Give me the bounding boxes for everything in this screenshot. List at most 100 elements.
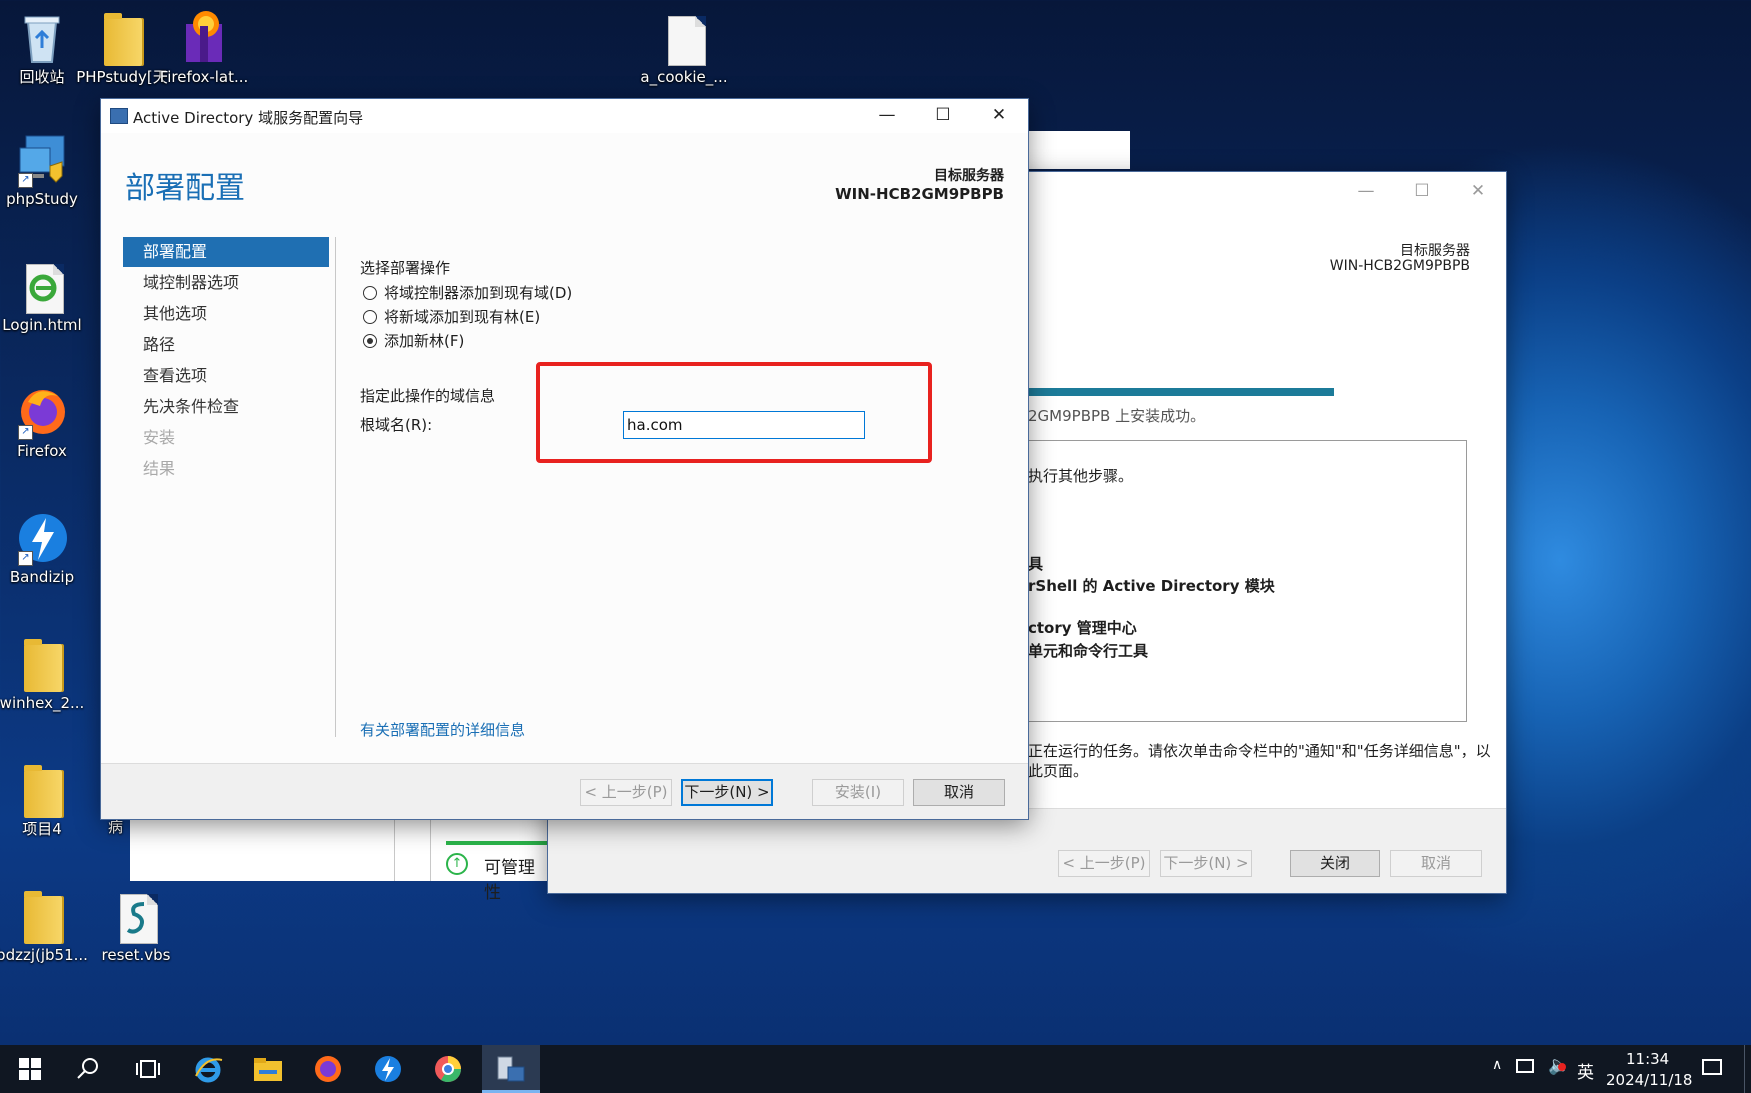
nav-item-dc-options[interactable]: 域控制器选项 — [123, 268, 329, 298]
recycle-bin-icon — [16, 8, 68, 66]
installer-icon — [178, 8, 230, 66]
task-view-icon[interactable] — [122, 1045, 174, 1093]
clock-date[interactable]: 2024/11/18 — [1606, 1071, 1692, 1089]
results-box: 执行其他步骤。 具 rShell 的 Active Directory 模块 c… — [1028, 440, 1467, 722]
radio-button[interactable] — [363, 286, 377, 300]
maximize-icon[interactable]: ☐ — [915, 99, 971, 133]
desktop-icon-label: bdzzj(jb51... — [0, 946, 88, 964]
bandizip-icon[interactable] — [362, 1045, 414, 1093]
desktop-icon-cookie-file[interactable]: a_cookie_... — [638, 8, 730, 87]
desktop-icon-label: Bandizip — [9, 568, 75, 586]
start-icon[interactable] — [4, 1045, 56, 1093]
nav-item-additional-options[interactable]: 其他选项 — [123, 299, 329, 329]
desktop-icon-label: PHPstudy[天 — [76, 68, 168, 86]
ad-ds-configuration-wizard: Active Directory 域服务配置向导 — ☐ ✕ 部署配置 目标服务… — [101, 99, 1028, 819]
ie-icon[interactable] — [182, 1045, 234, 1093]
install-success-text: 2GM9PBPB 上安装成功。 — [1028, 407, 1206, 425]
minimize-icon[interactable]: — — [1338, 175, 1394, 209]
desktop-icon-bdzzj-folder[interactable]: bdzzj(jb51... — [0, 886, 88, 965]
shortcut-arrow-icon: ↗ — [18, 173, 33, 188]
desktop-icon-label: Login.html — [2, 316, 82, 334]
desktop-icon-label: Firefox — [17, 442, 67, 460]
show-desktop-button[interactable] — [1744, 1045, 1751, 1093]
close-button[interactable]: 关闭 — [1290, 850, 1380, 877]
desktop-icon-firefox[interactable]: ↗ Firefox — [0, 382, 88, 461]
desktop-icon-label: winhex_2... — [0, 694, 85, 712]
desktop-icon-firefox-installer[interactable]: Firefox-lat... — [158, 8, 250, 87]
clock-time[interactable]: 11:34 — [1626, 1050, 1669, 1068]
nav-item-paths[interactable]: 路径 — [123, 330, 329, 360]
desktop-icon-phpstudy-folder[interactable]: PHPstudy[天 — [76, 8, 168, 87]
deployment-operation-label: 选择部署操作 — [360, 259, 451, 277]
install-button[interactable]: 安装(I) — [812, 779, 904, 806]
input-language-indicator[interactable]: 英 — [1577, 1058, 1594, 1083]
maximize-icon[interactable]: ☐ — [1394, 175, 1450, 209]
desktop-icon-reset-vbs[interactable]: reset.vbs — [90, 886, 182, 965]
next-button[interactable]: 下一步(N) > — [1160, 850, 1252, 877]
radio-label: 添加新林(F) — [384, 332, 465, 350]
vbs-script-icon — [110, 886, 162, 944]
target-server-name: WIN-HCB2GM9PBPB — [1329, 258, 1470, 274]
manageability-bar — [446, 841, 556, 845]
desktop-icon-label: 病 — [108, 818, 124, 836]
results-line: 具 — [1028, 555, 1044, 573]
server-manager-divider — [394, 815, 395, 881]
folder-icon — [16, 760, 68, 818]
nav-item-prerequisites-check[interactable]: 先决条件检查 — [123, 392, 329, 422]
desktop-icon-label: reset.vbs — [101, 946, 171, 964]
close-icon[interactable]: ✕ — [1450, 175, 1506, 209]
volume-muted-icon[interactable]: 🔈 — [1548, 1055, 1570, 1076]
note-text-line: 正在运行的任务。请依次单击命令栏中的"通知"和"任务详细信息"，以 — [1028, 742, 1491, 760]
search-icon[interactable] — [62, 1045, 114, 1093]
results-line: 单元和命令行工具 — [1028, 642, 1149, 660]
target-server-label: 目标服务器 — [934, 168, 1004, 184]
results-line: rShell 的 Active Directory 模块 — [1028, 577, 1275, 595]
file-icon — [658, 8, 710, 66]
server-manager-icon[interactable] — [482, 1045, 540, 1093]
desktop-icon-bandizip[interactable]: ↗ Bandizip — [0, 508, 88, 587]
folder-icon — [16, 634, 68, 692]
network-icon[interactable] — [1516, 1059, 1534, 1073]
radio-label: 将域控制器添加到现有域(D) — [384, 284, 573, 302]
radio-label: 将新域添加到现有林(E) — [384, 308, 541, 326]
nav-item-review-options[interactable]: 查看选项 — [123, 361, 329, 391]
browser-icon[interactable] — [422, 1045, 474, 1093]
desktop-icon-project4-folder[interactable]: 项目4 — [0, 760, 88, 839]
previous-button[interactable]: < 上一步(P) — [580, 779, 672, 806]
file-explorer-icon[interactable] — [242, 1045, 294, 1093]
manageability-label: 可管理性 — [484, 858, 535, 903]
desktop-icon-label: Firefox-lat... — [159, 68, 249, 86]
results-line: ctory 管理中心 — [1028, 619, 1137, 637]
cancel-button[interactable]: 取消 — [913, 779, 1005, 806]
minimize-icon[interactable]: — — [859, 99, 915, 133]
server-manager-window: ↑ 可管理性 — [130, 815, 556, 903]
server-manager-icon — [110, 108, 128, 124]
notifications-icon[interactable] — [1702, 1059, 1722, 1075]
radio-button-selected[interactable] — [363, 334, 377, 348]
wizard-footer: < 上一步(P) 下一步(N) > 安装(I) 取消 — [101, 763, 1028, 819]
wizard-titlebar[interactable]: Active Directory 域服务配置向导 — ☐ ✕ — [101, 99, 1028, 133]
radio-button[interactable] — [363, 310, 377, 324]
desktop-icon-login-html[interactable]: Login.html — [0, 256, 88, 335]
desktop-icon-label: 项目4 — [22, 820, 62, 838]
desktop-icon-label: 回收站 — [19, 68, 65, 86]
desktop-icon-winhex-folder[interactable]: winhex_2... — [0, 634, 88, 713]
firefox-icon: ↗ — [16, 382, 68, 440]
cancel-button[interactable]: 取消 — [1390, 850, 1482, 877]
folder-icon — [16, 886, 68, 944]
progress-bar — [1028, 388, 1334, 396]
firefox-icon[interactable] — [302, 1045, 354, 1093]
desktop-icon-phpstudy[interactable]: ↗ phpStudy — [0, 130, 88, 209]
more-info-link[interactable]: 有关部署配置的详细信息 — [360, 719, 525, 740]
next-button[interactable]: 下一步(N) > — [681, 779, 773, 806]
target-server-label: 目标服务器 — [1400, 243, 1470, 259]
nav-item-deployment-config[interactable]: 部署配置 — [123, 237, 329, 267]
desktop-icon-recycle-bin[interactable]: 回收站 — [0, 8, 88, 87]
shortcut-arrow-icon: ↗ — [18, 551, 33, 566]
desktop-icon-label: a_cookie_... — [640, 68, 728, 86]
taskbar: ∧ 🔈 英 11:34 2024/11/18 — [0, 1045, 1751, 1093]
previous-button[interactable]: < 上一步(P) — [1058, 850, 1150, 877]
tray-chevron-icon[interactable]: ∧ — [1492, 1057, 1502, 1073]
close-icon[interactable]: ✕ — [971, 99, 1027, 133]
window-title: Active Directory 域服务配置向导 — [133, 109, 364, 127]
